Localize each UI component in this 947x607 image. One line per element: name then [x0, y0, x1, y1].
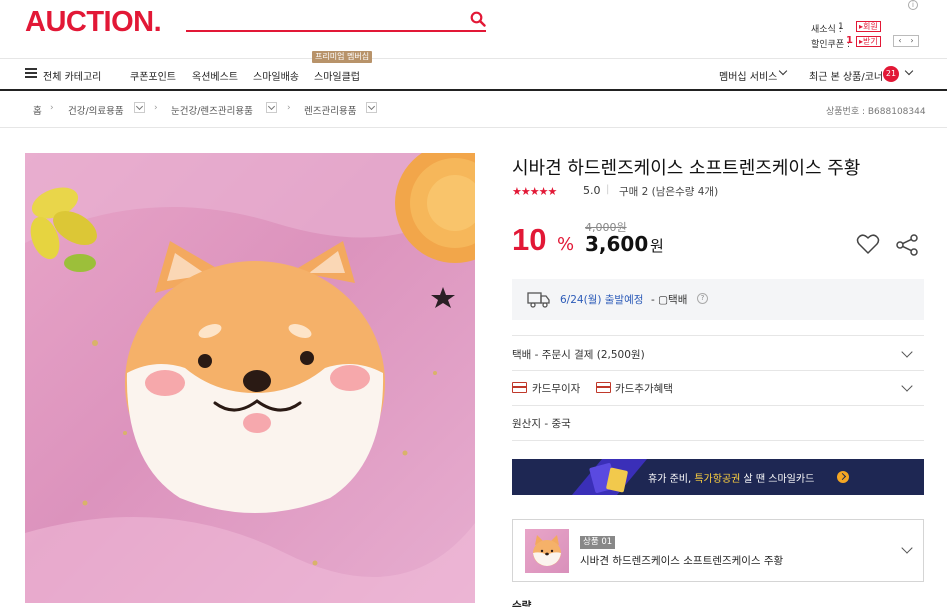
header-arrow-buttons: ‹ › — [893, 35, 919, 47]
nav-top-border — [0, 58, 947, 59]
breadcrumb-dropdown[interactable] — [366, 102, 377, 113]
share-icon[interactable] — [895, 234, 919, 256]
breadcrumb-separator: › — [287, 103, 291, 113]
nav-membership-service[interactable]: 멤버십 서비스 — [719, 68, 777, 83]
search-icon[interactable] — [470, 11, 486, 27]
auction-logo[interactable]: AUCTION. — [25, 6, 162, 39]
next-arrow-button[interactable]: › — [910, 36, 913, 46]
truck-icon — [527, 292, 550, 308]
news-count: 1 — [838, 22, 844, 32]
currency-label: 원 — [650, 237, 664, 255]
menu-icon[interactable] — [25, 68, 37, 78]
breadcrumb-lens-care[interactable]: 렌즈관리용품 — [304, 103, 356, 117]
banner-text-pre: 휴가 준비, — [648, 474, 695, 485]
option-badge: 상품 01 — [580, 536, 616, 549]
search-input[interactable] — [186, 30, 486, 32]
card-icon — [512, 382, 527, 393]
option-name: 시바견 하드렌즈케이스 소프트렌즈케이스 주황 — [580, 555, 784, 567]
premium-membership-badge: 프리미엄 멤버십 — [312, 51, 373, 63]
banner-highlight: 특가항공권 — [694, 474, 741, 485]
row-divider — [512, 370, 924, 371]
breadcrumb-dropdown[interactable] — [266, 102, 277, 113]
prev-arrow-button[interactable]: ‹ — [898, 36, 901, 46]
row-divider — [512, 440, 924, 441]
option-thumbnail-illustration — [533, 535, 561, 566]
card-extra-benefit[interactable]: 카드추가혜택 — [615, 381, 673, 396]
info-icon[interactable]: i — [908, 0, 918, 10]
option-thumbnail — [525, 529, 569, 573]
row-divider — [512, 405, 924, 406]
row-divider — [512, 335, 924, 336]
banner-text-post: 살 땐 스마일카드 — [740, 474, 815, 485]
shiba-lens-case-illustration — [25, 153, 475, 603]
origin-country: 원산지 - 중국 — [512, 418, 571, 430]
nav-auction-best[interactable]: 옥션베스트 — [192, 68, 238, 83]
banner-go-icon[interactable] — [837, 471, 849, 483]
nav-recent-viewed[interactable]: 최근 본 상품/코너 — [809, 68, 883, 83]
breadcrumb-health[interactable]: 건강/의료용품 — [68, 103, 124, 117]
product-number: 상품번호 : B688108344 — [826, 107, 926, 117]
breadcrumb-home[interactable]: 홈 — [33, 103, 42, 117]
quantity-label: 수량 — [512, 600, 532, 607]
news-member-button[interactable]: ▸회원 — [856, 21, 881, 32]
card-benefit-icon — [596, 382, 611, 393]
breadcrumb-eye-health[interactable]: 눈건강/렌즈관리용품 — [171, 103, 253, 117]
shipping-date: 6/24(월) 출발예정 — [560, 294, 644, 306]
shipping-method: - ▢택배 — [651, 294, 688, 306]
chevron-down-icon[interactable] — [901, 346, 913, 358]
nav-coupon-point[interactable]: 쿠폰포인트 — [130, 68, 176, 83]
rating-score: 5.0 — [583, 184, 601, 197]
discount-percent: % — [557, 234, 575, 255]
breadcrumb-separator: › — [50, 103, 54, 113]
breadcrumb-divider — [0, 127, 947, 128]
product-title: 시바견 하드렌즈케이스 소프트렌즈케이스 주황 — [512, 158, 861, 179]
card-interest-free[interactable]: 카드무이자 — [532, 381, 580, 396]
nav-smile-club[interactable]: 스마일클럽 — [314, 68, 360, 83]
product-image[interactable] — [25, 153, 475, 603]
discount-rate: 10 — [512, 222, 547, 257]
help-icon[interactable]: ? — [697, 293, 708, 304]
coupon-get-button[interactable]: ▸받기 — [856, 36, 881, 47]
coupon-label: 할인쿠폰 : — [811, 40, 851, 50]
breadcrumb-dropdown[interactable] — [134, 102, 145, 113]
option-select-box[interactable] — [512, 519, 924, 582]
recent-count-badge: 21 — [883, 66, 899, 82]
chevron-down-icon — [778, 66, 788, 76]
nav-all-categories[interactable]: 전체 카테고리 — [43, 68, 101, 83]
breadcrumb-separator: › — [154, 103, 158, 113]
nav-divider — [0, 89, 947, 91]
nav-smile-delivery[interactable]: 스마일배송 — [253, 68, 299, 83]
chevron-down-icon[interactable] — [904, 66, 914, 76]
sale-price: 3,600 — [585, 232, 649, 256]
chevron-down-icon[interactable] — [901, 380, 913, 392]
delivery-fee: 택배 - 주문시 결제 (2,500원) — [512, 349, 645, 361]
coupon-count: 1 — [846, 35, 853, 46]
purchase-count: 구매 2 (남은수량 4개) — [619, 186, 719, 198]
banner-text[interactable]: 휴가 준비, 특가항공권 살 땐 스마일카드 — [648, 470, 814, 485]
heart-icon[interactable] — [856, 233, 880, 255]
rating-separator: | — [606, 184, 610, 195]
rating-stars[interactable]: ★★★★★ — [512, 185, 557, 198]
